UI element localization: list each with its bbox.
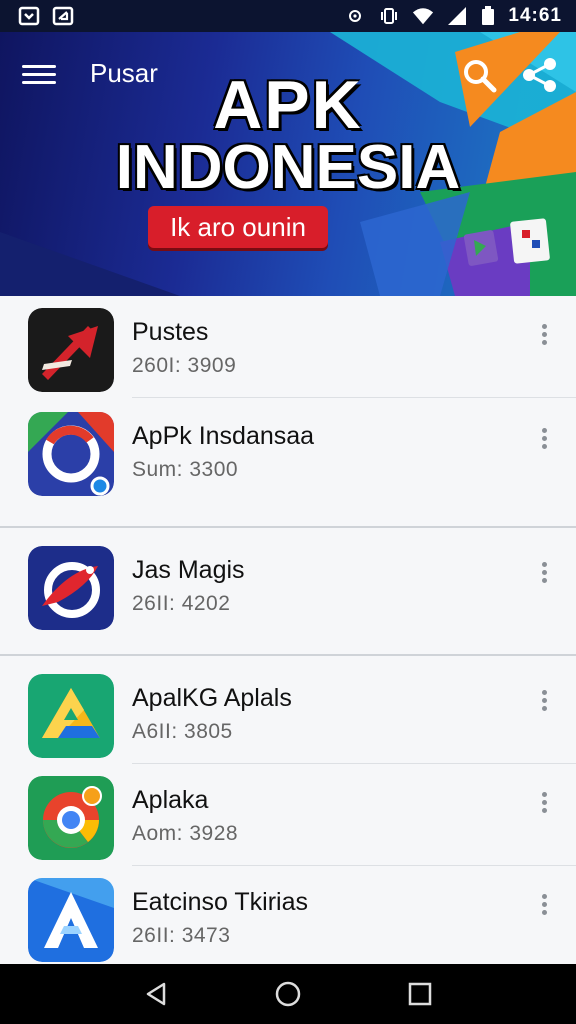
app-name: ApalKG Aplals bbox=[132, 684, 292, 712]
app-list: Pustes 260I: 3909 ApPk Insdansaa Sum: 33… bbox=[0, 296, 576, 964]
app-list-item[interactable]: ApalKG Aplals A6II: 3805 bbox=[0, 662, 576, 764]
more-options-icon[interactable] bbox=[532, 322, 556, 346]
more-options-icon[interactable] bbox=[532, 688, 556, 712]
hero-title-line2: INDONESIA bbox=[115, 133, 461, 202]
chrome-circle-app-icon bbox=[28, 776, 114, 860]
hero-badge[interactable]: Ik aro ounin bbox=[148, 206, 328, 248]
ring-blue-app-icon bbox=[28, 412, 114, 496]
app-name: ApPk Insdansaa bbox=[132, 422, 315, 450]
app-name: Eatcinso Tkirias bbox=[132, 888, 308, 916]
app-meta: A6II: 3805 bbox=[132, 720, 233, 743]
app-name: Pustes bbox=[132, 318, 209, 346]
app-list-item[interactable]: Aplaka Aom: 3928 bbox=[0, 764, 576, 866]
more-options-icon[interactable] bbox=[532, 560, 556, 584]
app-meta: 260I: 3909 bbox=[132, 354, 237, 377]
app-meta: Sum: 3300 bbox=[132, 458, 239, 481]
status-time: 14:61 bbox=[508, 5, 562, 26]
download-icon bbox=[52, 6, 74, 26]
section-divider bbox=[0, 526, 576, 528]
app-list-item[interactable]: ApPk Insdansaa Sum: 3300 bbox=[0, 400, 576, 502]
more-options-icon[interactable] bbox=[532, 892, 556, 916]
app-list-item[interactable]: Pustes 260I: 3909 bbox=[0, 296, 576, 398]
battery-icon bbox=[482, 6, 495, 25]
back-icon[interactable] bbox=[138, 976, 174, 1012]
arrow-red-app-icon bbox=[28, 308, 114, 392]
section-divider bbox=[0, 654, 576, 656]
app-name: Jas Magis bbox=[132, 556, 245, 584]
more-options-icon[interactable] bbox=[532, 790, 556, 814]
app-list-item[interactable]: Eatcinso Tkirias 26II: 3473 bbox=[0, 866, 576, 968]
more-options-icon[interactable] bbox=[532, 426, 556, 450]
row-divider bbox=[132, 397, 576, 398]
status-right: 14:61 bbox=[344, 5, 562, 27]
status-left bbox=[18, 6, 74, 26]
app-meta: Aom: 3928 bbox=[132, 822, 239, 845]
wifi-icon bbox=[413, 8, 434, 25]
app-name: Aplaka bbox=[132, 786, 209, 814]
magic-bird-app-icon bbox=[28, 546, 114, 630]
app-screen: 14:61 Pusar APK INDONESIA Ik aro ounin P… bbox=[0, 0, 576, 1024]
search-icon[interactable] bbox=[460, 56, 498, 94]
status-bar: 14:61 bbox=[0, 0, 576, 32]
vibrate-icon bbox=[381, 8, 398, 24]
header-banner: Pusar APK INDONESIA Ik aro ounin bbox=[0, 32, 576, 296]
app-list-item[interactable]: Jas Magis 26II: 4202 bbox=[0, 534, 576, 636]
share-icon[interactable] bbox=[520, 56, 560, 94]
app-meta: 26II: 4202 bbox=[132, 592, 231, 615]
system-nav-bar bbox=[0, 964, 576, 1024]
app-meta: 26II: 3473 bbox=[132, 924, 231, 947]
notification-icon bbox=[18, 6, 40, 26]
home-icon[interactable] bbox=[270, 976, 306, 1012]
drive-triangle-app-icon bbox=[28, 674, 114, 758]
location-icon bbox=[349, 10, 362, 22]
letter-a-app-icon bbox=[28, 878, 114, 962]
recents-icon[interactable] bbox=[402, 976, 438, 1012]
signal-icon bbox=[448, 7, 467, 25]
